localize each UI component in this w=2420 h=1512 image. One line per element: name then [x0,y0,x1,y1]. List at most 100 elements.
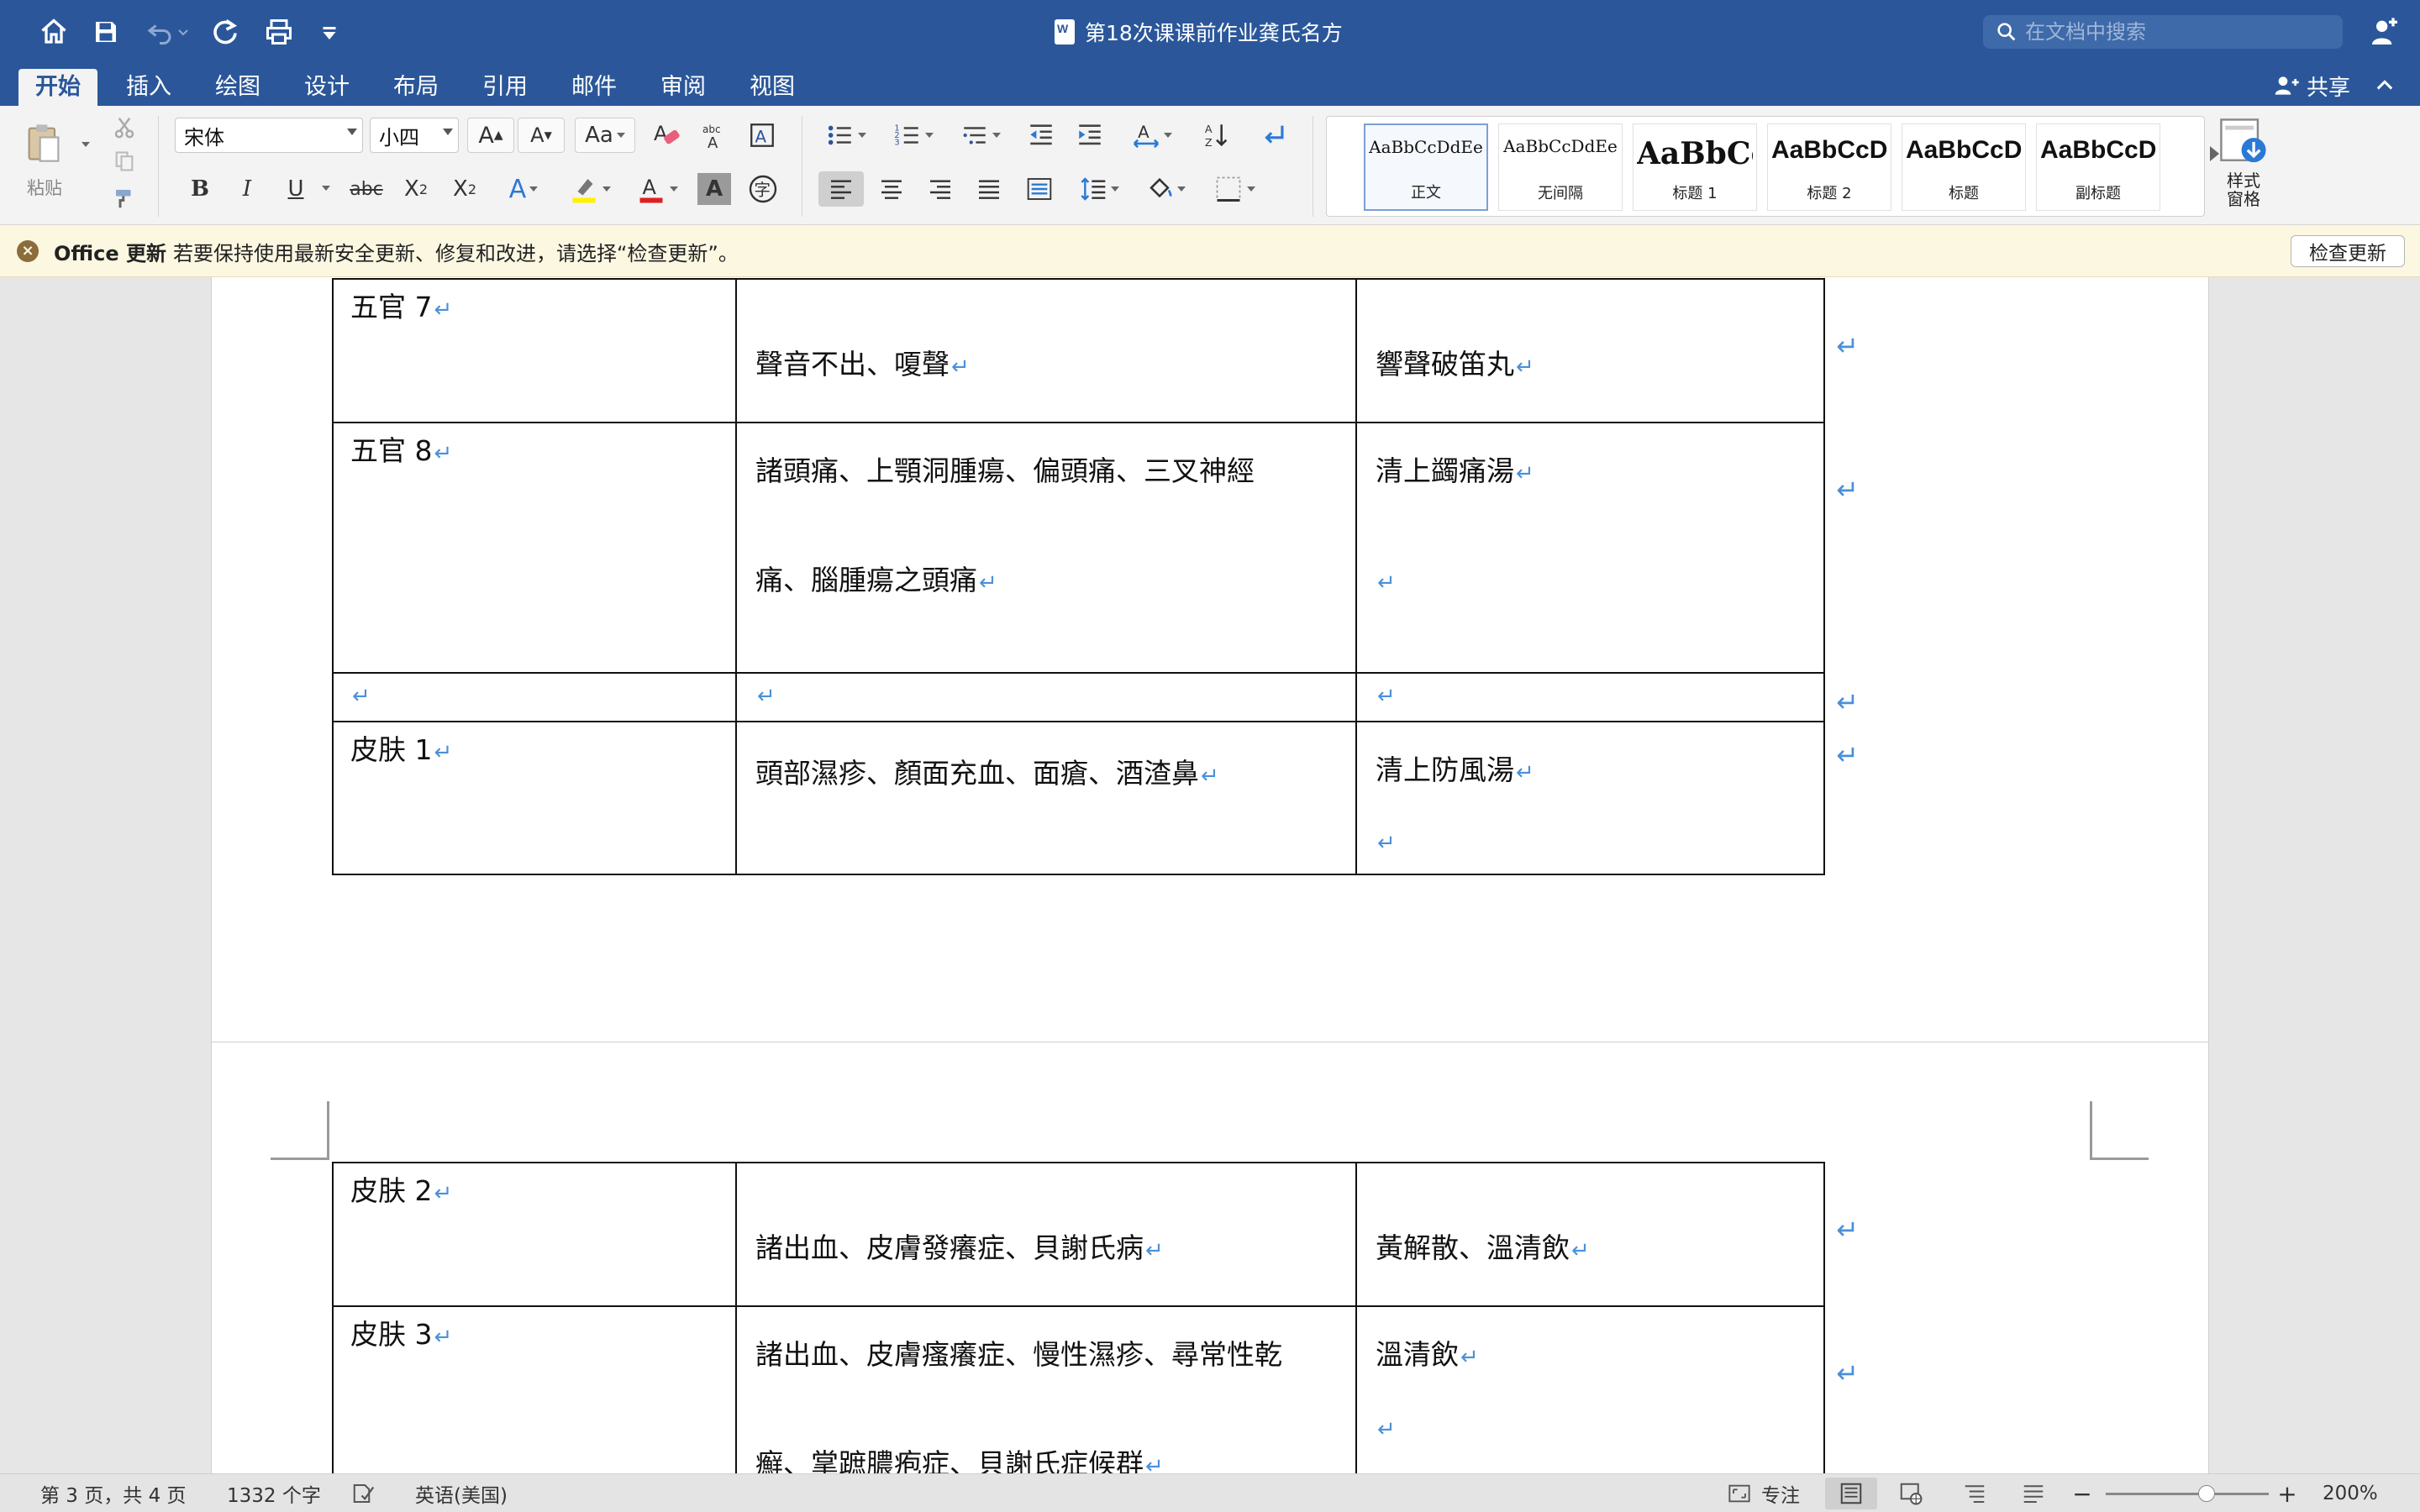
align-right-icon[interactable] [918,171,963,207]
document-canvas[interactable]: 五官 7↵ 聲音不出、嗄聲↵ 響聲破笛丸↵ ↵ 五官 8↵ 諸頭痛、上顎洞腫瘍、偏… [0,277,2420,1473]
table-cell[interactable]: 溫清飲↵ ↵ ↵ [1355,1305,1859,1473]
character-shading-button[interactable]: A [697,173,731,205]
show-paragraph-marks-icon[interactable] [1250,118,1297,153]
style-title[interactable]: AaBbCcD 标题 [1902,123,2026,211]
font-name-select[interactable]: 宋体 [175,118,363,153]
tab-layout[interactable]: 布局 [376,69,455,106]
collapse-ribbon-icon[interactable] [2370,71,2400,101]
cut-icon[interactable] [108,113,141,143]
grow-font-button[interactable]: A ▲ [467,118,514,153]
style-heading-1[interactable]: AaBbCc 标题 1 [1633,123,1757,211]
decrease-indent-icon[interactable] [1020,118,1062,153]
align-left-icon[interactable] [818,171,864,207]
table-cell[interactable]: 諸頭痛、上顎洞腫瘍、偏頭痛、三叉神經 痛、腦腫瘍之頭痛↵ [735,422,1357,674]
focus-mode-button[interactable]: 专注 [1726,1481,1800,1507]
copy-icon[interactable] [108,146,141,176]
font-color-button[interactable]: A [629,171,686,207]
draft-view-icon[interactable] [2017,1481,2050,1506]
table-cell[interactable]: 皮肤 1↵ [332,721,737,875]
shading-button[interactable] [1136,170,1195,208]
table-cell[interactable]: 聲音不出、嗄聲↵ [735,278,1357,423]
zoom-level[interactable]: 200% [2323,1481,2378,1506]
customize-toolbar-icon[interactable] [313,12,346,52]
paste-icon[interactable] [18,116,69,170]
zoom-slider[interactable] [2106,1485,2269,1502]
styles-pane-button[interactable]: 样式 窗格 [2218,118,2269,218]
table-cell[interactable]: ↵ [735,672,1357,722]
sort-icon[interactable]: AZ [1193,118,1240,153]
distributed-align-icon[interactable] [1017,171,1062,207]
style-no-spacing[interactable]: AaBbCcDdEe 无间隔 [1498,123,1623,211]
table-cell[interactable]: 響聲破笛丸↵ ↵ [1355,278,1859,423]
text-effects-button[interactable]: A [499,171,548,207]
tab-view[interactable]: 视图 [733,69,812,106]
home-icon[interactable] [34,12,74,52]
zoom-out-button[interactable]: − [2072,1480,2092,1508]
tab-references[interactable]: 引用 [466,69,544,106]
format-painter-icon[interactable] [108,183,141,213]
strikethrough-button[interactable]: abc [343,171,390,207]
share-button[interactable]: 共享 [2273,71,2350,101]
shrink-font-button[interactable]: A ▼ [518,118,565,153]
line-spacing-button[interactable] [1072,171,1128,207]
document-search-box[interactable] [1983,15,2343,49]
align-center-icon[interactable] [869,171,914,207]
table-cell[interactable]: ↵ ↵ [1355,672,1859,722]
tab-design[interactable]: 设计 [287,69,366,106]
tab-home[interactable]: 开始 [18,69,97,106]
dismiss-notification-icon[interactable]: × [17,240,39,262]
table-cell[interactable]: 諸出血、皮膚瘙癢症、慢性濕疹、尋常性乾 癬、掌蹠膿疱症、貝謝氏症候群↵ [735,1305,1357,1473]
table-cell[interactable]: 黃解散、溫清飲↵ ↵ [1355,1162,1859,1307]
language-indicator[interactable]: 英语(美国) [415,1481,508,1507]
table-cell[interactable]: 五官 8↵ [332,422,737,674]
superscript-button[interactable]: X2 [444,171,486,207]
table-cell[interactable]: 皮肤 3↵ [332,1305,737,1473]
italic-button[interactable]: I [229,171,266,207]
table-cell[interactable]: 諸出血、皮膚發癢症、貝謝氏病↵ [735,1162,1357,1307]
outline-view-icon[interactable] [1958,1481,1991,1506]
check-updates-button[interactable]: 检查更新 [2291,235,2405,267]
proofing-icon[interactable] [351,1481,380,1506]
table-cell[interactable]: 清上防風湯↵ ↵ ↵ [1355,721,1859,875]
tab-review[interactable]: 审阅 [644,69,723,106]
multilevel-list-button[interactable] [951,118,1010,153]
spelling-abc-icon[interactable]: abc A [694,116,736,155]
borders-button[interactable] [1203,170,1265,208]
table-cell[interactable]: 五官 7↵ [332,278,737,423]
tab-draw[interactable]: 绘图 [198,69,277,106]
web-layout-view-icon[interactable] [1894,1481,1928,1506]
document-page-4[interactable]: 皮肤 2↵ 諸出血、皮膚發癢症、貝謝氏病↵ 黃解散、溫清飲↵ ↵ 皮肤 3↵ 諸出… [211,1042,2209,1473]
subscript-button[interactable]: X2 [395,171,437,207]
underline-button[interactable]: U [277,171,314,207]
table-cell[interactable]: 皮肤 2↵ [332,1162,737,1307]
underline-caret[interactable] [318,181,331,195]
style-subtitle[interactable]: AaBbCcD 副标题 [2036,123,2160,211]
table-cell[interactable]: ↵ [332,672,737,722]
bullets-button[interactable] [817,118,876,153]
font-size-select[interactable]: 小四 [370,118,459,153]
bold-button[interactable]: B [182,171,218,207]
clear-formatting-icon[interactable]: A [645,118,687,153]
table-cell[interactable]: 頭部濕疹、顏面充血、面瘡、酒渣鼻↵ [735,721,1357,875]
text-direction-button[interactable]: A [1121,118,1183,153]
numbering-button[interactable]: 123 [884,118,943,153]
search-input[interactable] [2025,20,2328,44]
highlight-button[interactable] [561,171,618,207]
style-heading-2[interactable]: AaBbCcD 标题 2 [1767,123,1891,211]
tab-mailings[interactable]: 邮件 [555,69,634,106]
change-case-button[interactable]: Aa [575,118,635,153]
save-icon[interactable] [86,12,126,52]
print-icon[interactable] [259,12,299,52]
word-count[interactable]: 1332 个字 [227,1481,321,1507]
page-count[interactable]: 第 3 页，共 4 页 [40,1481,187,1507]
undo-dropdown-icon[interactable] [173,12,193,52]
character-border-icon[interactable]: A [743,118,781,153]
account-icon[interactable] [2366,13,2403,50]
table-cell[interactable]: 清上蠲痛湯↵ ↵ ↵ [1355,422,1859,674]
justify-icon[interactable] [966,171,1012,207]
tab-insert[interactable]: 插入 [109,69,188,106]
enclose-characters-icon[interactable]: 字 [744,171,781,207]
zoom-slider-thumb[interactable] [2198,1485,2216,1502]
redo-icon[interactable] [205,12,245,52]
paste-options-caret[interactable] [76,136,92,153]
